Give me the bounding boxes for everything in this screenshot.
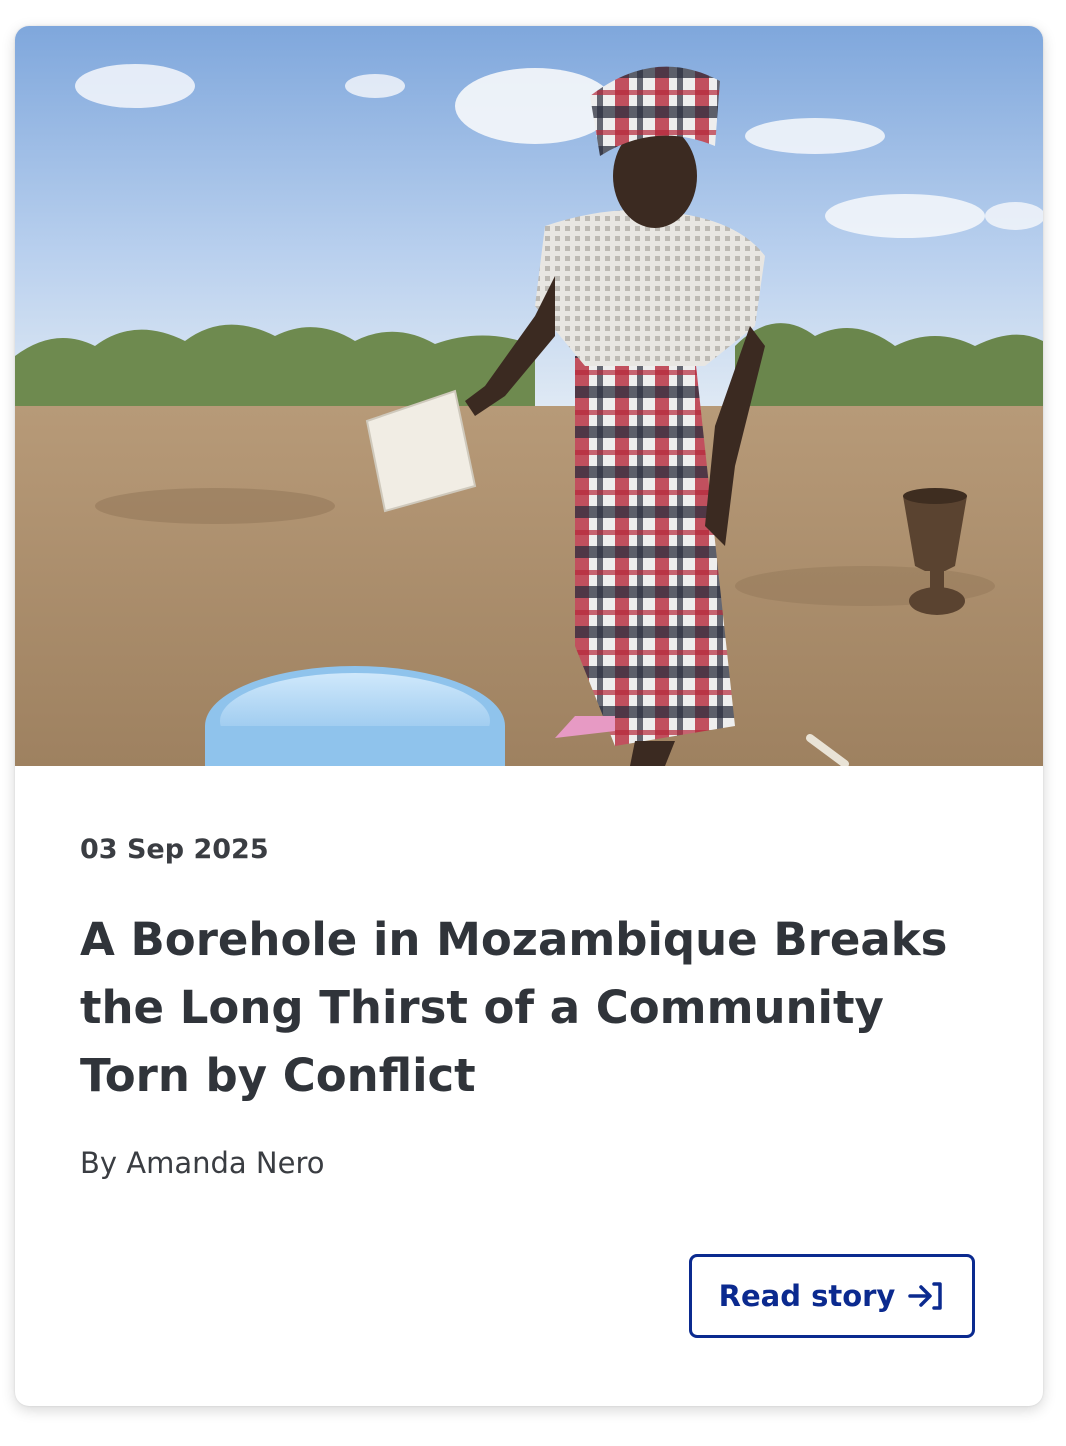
arrow-right-to-bracket-icon bbox=[908, 1282, 943, 1310]
story-byline: By Amanda Nero bbox=[80, 1146, 324, 1180]
read-story-label: Read story bbox=[718, 1279, 896, 1313]
story-title: A Borehole in Mozambique Breaks the Long… bbox=[80, 913, 948, 1102]
story-date: 03 Sep 2025 bbox=[80, 834, 269, 865]
byline-prefix: By bbox=[80, 1146, 118, 1180]
story-photo bbox=[15, 26, 1043, 766]
story-card[interactable]: 03 Sep 2025 A Borehole in Mozambique Bre… bbox=[15, 26, 1043, 1406]
author-name: Amanda Nero bbox=[126, 1146, 325, 1180]
read-story-button[interactable]: Read story bbox=[689, 1254, 975, 1338]
